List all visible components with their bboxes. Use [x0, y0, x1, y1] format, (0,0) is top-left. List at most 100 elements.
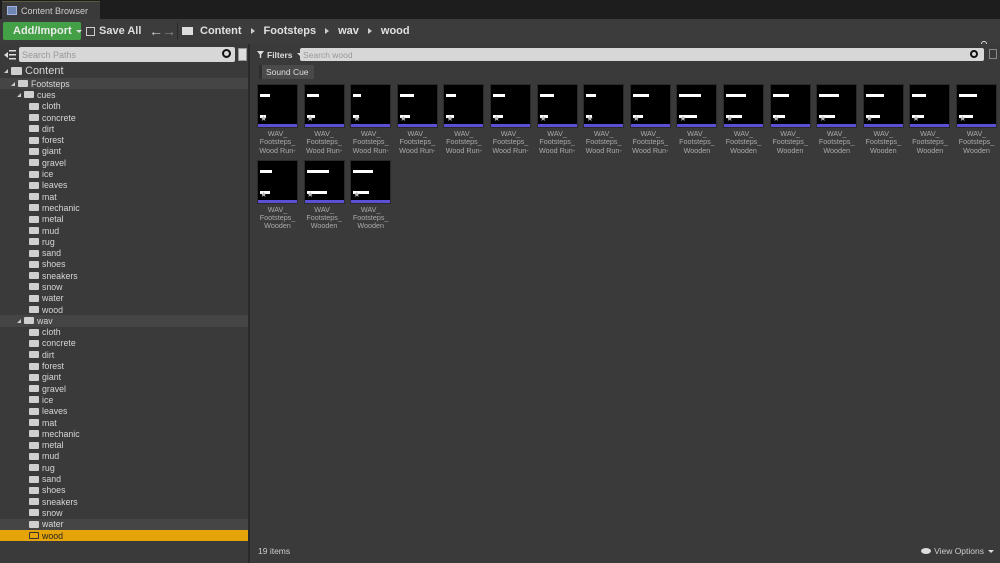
favorite-star-icon[interactable]: ★ [353, 115, 360, 123]
back-arrow-icon[interactable]: ← [149, 22, 163, 40]
asset-tile[interactable]: ★ WAV_ Footsteps_ Wood Run- [629, 84, 671, 158]
tree-item-water[interactable]: water [0, 293, 248, 304]
tree-item-rug[interactable]: rug [0, 462, 248, 473]
favorite-star-icon[interactable]: ★ [540, 115, 547, 123]
breadcrumb-arrow-icon[interactable] [325, 28, 330, 34]
breadcrumb-wav[interactable]: wav [338, 25, 359, 37]
search-paths-input[interactable] [19, 47, 235, 62]
tree-item-metal[interactable]: metal [0, 214, 248, 225]
tree-item-concrete[interactable]: concrete [0, 338, 248, 349]
tree-item-ice[interactable]: ice [0, 394, 248, 405]
breadcrumb-footsteps[interactable]: Footsteps [264, 25, 317, 37]
favorite-star-icon[interactable]: ★ [819, 115, 826, 123]
breadcrumb-arrow-icon[interactable] [367, 28, 372, 34]
favorite-star-icon[interactable]: ★ [679, 115, 686, 123]
asset-tile[interactable]: ★ WAV_ Footsteps_ Wood Run- [396, 84, 438, 158]
asset-tile[interactable]: ★ WAV_ Footsteps_ Wooden [862, 84, 904, 158]
asset-tile[interactable]: ★ WAV_ Footsteps_ Wooden [723, 84, 764, 158]
asset-tile[interactable]: ★ WAV_ Footsteps_ Wood Run- [443, 84, 485, 158]
asset-tile[interactable]: ★ WAV_ Footsteps_ Wooden [769, 84, 811, 158]
favorite-star-icon[interactable]: ★ [493, 115, 500, 123]
tree-item-gravel[interactable]: gravel [0, 157, 248, 168]
tree-item-mat[interactable]: mat [0, 417, 248, 428]
favorite-star-icon[interactable]: ★ [446, 115, 453, 123]
tree-item-concrete[interactable]: concrete [0, 112, 248, 123]
tree-item-cloth[interactable]: cloth [0, 327, 248, 338]
tree-item-Footsteps[interactable]: Footsteps [0, 78, 248, 90]
asset-tile[interactable]: ★ WAV_ Footsteps_ Wood Run- [536, 84, 578, 158]
favorite-star-icon[interactable]: ★ [726, 115, 733, 123]
favorite-star-icon[interactable]: ★ [307, 190, 314, 199]
favorite-star-icon[interactable]: ★ [912, 115, 919, 123]
path-view-options-icon[interactable] [238, 48, 247, 61]
save-search-icon[interactable] [989, 49, 997, 59]
asset-tile[interactable]: ★ WAV_ Footsteps_ Wood Run- [490, 84, 531, 158]
favorite-star-icon[interactable]: ★ [633, 115, 640, 123]
tree-item-leaves[interactable]: leaves [0, 180, 248, 191]
asset-tile[interactable]: ★ WAV_ Footsteps_ Wooden [909, 84, 951, 158]
tree-item-Content[interactable]: Content [0, 64, 248, 78]
tree-item-wood[interactable]: wood [0, 304, 248, 315]
tree-item-mud[interactable]: mud [0, 225, 248, 236]
asset-tile[interactable]: ★ WAV_ Footsteps_ Wood Run- [257, 84, 298, 158]
favorite-star-icon[interactable]: ★ [586, 115, 593, 123]
asset-tile[interactable]: ★ WAV_ Footsteps_ Wooden [303, 159, 345, 234]
tree-item-wood[interactable]: wood [0, 529, 248, 542]
expand-arrow-icon[interactable] [17, 318, 21, 323]
tree-item-sand[interactable]: sand [0, 247, 248, 258]
collapse-sources-icon[interactable] [4, 49, 16, 61]
asset-tile[interactable]: ★ WAV_ Footsteps_ Wooden [257, 159, 298, 234]
tree-item-mechanic[interactable]: mechanic [0, 428, 248, 439]
tree-item-ice[interactable]: ice [0, 168, 248, 179]
favorite-star-icon[interactable]: ★ [353, 190, 360, 199]
save-all-button[interactable]: Save All [86, 22, 141, 40]
tree-item-cloth[interactable]: cloth [0, 101, 248, 112]
tree-item-giant[interactable]: giant [0, 372, 248, 383]
forward-arrow-icon[interactable]: → [162, 22, 176, 40]
tree-item-wav[interactable]: wav [0, 315, 248, 327]
tree-item-sand[interactable]: sand [0, 473, 248, 484]
tree-item-sneakers[interactable]: sneakers [0, 270, 248, 281]
tree-item-snow[interactable]: snow [0, 507, 248, 518]
expand-arrow-icon[interactable] [4, 69, 8, 73]
expand-arrow-icon[interactable] [11, 81, 15, 86]
tree-item-metal[interactable]: metal [0, 440, 248, 451]
asset-tile[interactable]: ★ WAV_ Footsteps_ Wood Run- [583, 84, 625, 158]
favorite-star-icon[interactable]: ★ [773, 115, 780, 123]
tree-item-gravel[interactable]: gravel [0, 383, 248, 394]
tree-item-mat[interactable]: mat [0, 191, 248, 202]
tree-item-water[interactable]: water [0, 518, 248, 530]
favorite-star-icon[interactable]: ★ [260, 190, 267, 199]
asset-tile[interactable]: ★ WAV_ Footsteps_ Wood Run- [350, 84, 392, 158]
tree-item-dirt[interactable]: dirt [0, 123, 248, 134]
tree-item-shoes[interactable]: shoes [0, 485, 248, 496]
asset-tile[interactable]: ★ WAV_ Footsteps_ Wooden [676, 84, 718, 158]
favorite-star-icon[interactable]: ★ [400, 115, 407, 123]
favorite-star-icon[interactable]: ★ [959, 115, 966, 123]
asset-tile[interactable]: ★ WAV_ Footsteps_ Wooden [350, 159, 392, 234]
tree-item-mud[interactable]: mud [0, 451, 248, 462]
asset-tile[interactable]: ★ WAV_ Footsteps_ Wood Run- [303, 84, 345, 158]
breadcrumb-arrow-icon[interactable] [250, 28, 255, 34]
tree-item-dirt[interactable]: dirt [0, 349, 248, 360]
view-options-button[interactable]: View Options [921, 546, 994, 556]
tab-content-browser[interactable]: Content Browser [2, 1, 100, 19]
add-import-button[interactable]: Add/Import [3, 22, 82, 40]
breadcrumb-content[interactable]: Content [200, 25, 242, 37]
tree-item-snow[interactable]: snow [0, 281, 248, 292]
tree-item-giant[interactable]: giant [0, 146, 248, 157]
tree-item-sneakers[interactable]: sneakers [0, 496, 248, 507]
favorite-star-icon[interactable]: ★ [866, 115, 873, 123]
tree-item-leaves[interactable]: leaves [0, 406, 248, 417]
favorite-star-icon[interactable]: ★ [260, 115, 267, 123]
asset-tile[interactable]: ★ WAV_ Footsteps_ Wooden [956, 84, 997, 158]
tree-item-mechanic[interactable]: mechanic [0, 202, 248, 213]
search-assets-input[interactable] [300, 48, 984, 61]
expand-arrow-icon[interactable] [17, 92, 21, 97]
asset-tile[interactable]: ★ WAV_ Footsteps_ Wooden [816, 84, 858, 158]
tree-item-forest[interactable]: forest [0, 134, 248, 145]
filters-button[interactable]: Filters [257, 48, 303, 61]
tree-item-cues[interactable]: cues [0, 89, 248, 100]
breadcrumb-wood[interactable]: wood [381, 25, 410, 37]
tree-item-rug[interactable]: rug [0, 236, 248, 247]
